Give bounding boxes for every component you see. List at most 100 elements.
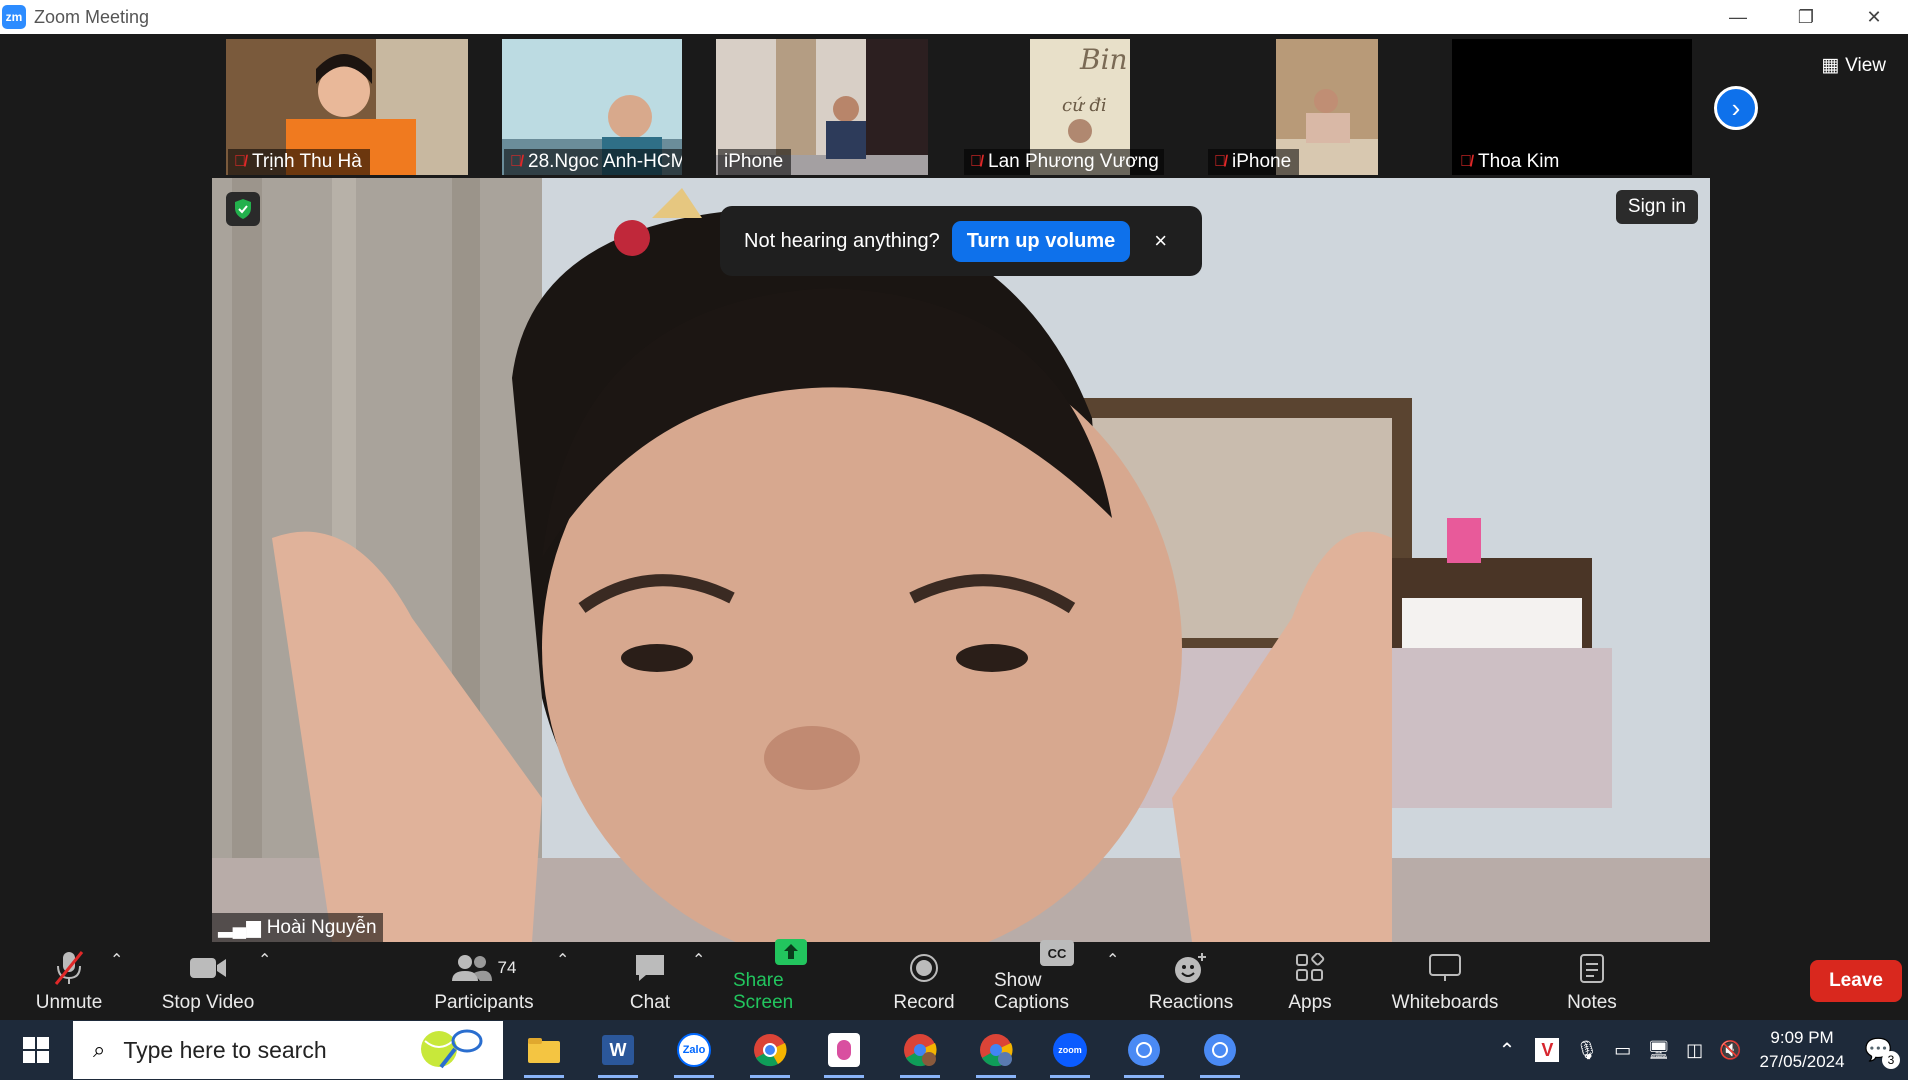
speaker-label: ▂▄▆ Hoài Nguyễn <box>212 913 383 942</box>
record-button[interactable]: Record <box>890 942 958 1020</box>
zoom-logo-icon: zm <box>2 5 26 29</box>
captions-caret-icon[interactable]: ⌃ <box>1106 950 1119 970</box>
window-title: Zoom Meeting <box>34 6 150 27</box>
video-options-caret-icon[interactable]: ⌃ <box>258 950 271 970</box>
zoom-app-icon[interactable]: zoom <box>1048 1030 1092 1078</box>
show-captions-label: Show Captions <box>994 970 1069 1013</box>
file-explorer-icon[interactable] <box>522 1030 566 1078</box>
participant-label: 🎙̸ Trịnh Thu Hà <box>228 149 370 175</box>
chrome-profile-icon[interactable] <box>898 1030 942 1078</box>
chrome-icon[interactable] <box>748 1030 792 1078</box>
participant-thumbnail[interactable]: 🎙̸ 28.Ngoc Anh-HCM-19... <box>502 39 682 175</box>
notes-label: Notes <box>1567 992 1617 1013</box>
participant-name: Thoa Kim <box>1478 151 1560 172</box>
apps-icon <box>1295 948 1325 988</box>
title-bar: zm Zoom Meeting — ❐ ✕ <box>0 0 1908 34</box>
battery-icon[interactable]: ▭ <box>1614 1040 1631 1061</box>
next-page-button[interactable]: › <box>1714 86 1758 130</box>
view-button[interactable]: ▦ View <box>1821 54 1886 77</box>
microphone-icon[interactable]: 🎙 <box>1575 1040 1598 1061</box>
participants-button[interactable]: 74 Participants <box>432 942 536 1020</box>
stop-video-button[interactable]: Stop Video <box>160 942 256 1020</box>
zalo-icon[interactable]: Zalo <box>672 1030 716 1078</box>
stop-video-label: Stop Video <box>161 992 255 1013</box>
reactions-label: Reactions <box>1148 992 1234 1013</box>
share-screen-icon <box>774 938 808 966</box>
turn-up-volume-button[interactable]: Turn up volume <box>951 220 1131 262</box>
participants-icon: 74 <box>451 948 516 988</box>
notes-icon <box>1578 948 1606 988</box>
speaker-muted-icon[interactable]: 🔇 <box>1719 1040 1741 1061</box>
clock-time: 9:09 PM <box>1770 1028 1834 1047</box>
apps-button[interactable]: Apps <box>1284 942 1336 1020</box>
share-screen-label: Share Screen <box>733 970 794 1013</box>
chevron-right-icon: › <box>1731 92 1741 123</box>
speaker-name: Hoài Nguyễn <box>266 916 377 938</box>
vietkey-v-icon[interactable]: V <box>1535 1038 1560 1062</box>
participant-label: iPhone <box>718 149 792 175</box>
chevron-up-icon[interactable]: ⌃ <box>1499 1038 1516 1063</box>
chrome-profile-2-icon[interactable] <box>974 1030 1018 1078</box>
clock[interactable]: 9:09 PM 27/05/2024 <box>1760 1026 1845 1074</box>
participant-thumbnail[interactable]: 🎙̸ Thoa Kim <box>1452 39 1692 175</box>
notes-button[interactable]: Notes <box>1566 942 1618 1020</box>
whiteboards-button[interactable]: Whiteboards <box>1390 942 1500 1020</box>
sign-in-button[interactable]: Sign in <box>1615 190 1698 224</box>
view-label: View <box>1845 54 1886 76</box>
word-icon[interactable]: W <box>596 1030 640 1078</box>
participant-thumbnail[interactable]: iPhone <box>716 39 928 175</box>
share-screen-button[interactable]: Share Screen <box>733 939 849 1020</box>
participant-label: 🎙̸ Lan Phương Vương <box>964 149 1164 175</box>
taskbar-search[interactable]: ⌕ Type here to search <box>73 1021 503 1079</box>
chat-button[interactable]: Chat <box>622 942 678 1020</box>
start-button[interactable] <box>0 1020 72 1080</box>
grid-view-icon: ▦ <box>1821 55 1840 76</box>
camera-tray-icon[interactable]: ◫ <box>1686 1040 1703 1061</box>
participant-thumbnail[interactable]: 🎙̸ Trịnh Thu Hà <box>226 39 468 175</box>
muted-mic-icon: 🎙̸ <box>234 153 246 170</box>
participant-label: 🎙̸ 28.Ngoc Anh-HCM-19... <box>504 149 682 175</box>
meeting-stage: 🎙̸ Trịnh Thu Hà 🎙̸ 28.Ngoc Anh-HCM-19... i… <box>0 34 1908 942</box>
participant-label: 🎙̸ Thoa Kim <box>1454 149 1568 175</box>
chrome-blue-icon[interactable] <box>1122 1030 1166 1078</box>
chat-bubble-icon <box>634 948 666 988</box>
participants-caret-icon[interactable]: ⌃ <box>556 950 569 970</box>
unmute-label: Unmute <box>35 992 103 1013</box>
muted-mic-icon: 🎙̸ <box>970 153 982 170</box>
unmute-button[interactable]: Unmute <box>30 942 108 1020</box>
participant-thumbnail[interactable]: Bin cứ đi 🎙̸ Lan Phương Vương <box>962 39 1164 175</box>
reactions-button[interactable]: Reactions <box>1148 942 1234 1020</box>
participant-thumbnail[interactable]: 🎙̸ iPhone <box>1206 39 1378 175</box>
participant-name: Trịnh Thu Hà <box>252 151 362 172</box>
toast-message: Not hearing anything? <box>744 229 940 252</box>
system-tray: ⌃ V 🎙 ▭ 🖥 ◫ 🔇 9:09 PM 27/05/2024 💬 3 <box>1487 1020 1908 1080</box>
chat-caret-icon[interactable]: ⌃ <box>692 950 705 970</box>
svg-text:Bin: Bin <box>1079 43 1128 76</box>
muted-mic-icon: 🎙̸ <box>1214 153 1226 170</box>
record-label: Record <box>893 992 955 1013</box>
chrome-blue-2-icon[interactable] <box>1198 1030 1242 1078</box>
windows-taskbar: ⌕ Type here to search W Zalo zoom ⌃ V 🎙 … <box>0 1020 1908 1080</box>
signal-strength-icon: ▂▄▆ <box>218 917 261 938</box>
show-captions-button[interactable]: CC Show Captions <box>994 940 1120 1020</box>
active-speaker-video: Sign in ▂▄▆ Hoài Nguyễn <box>212 178 1710 942</box>
leave-button[interactable]: Leave <box>1810 960 1902 1002</box>
windows-logo-icon <box>23 1037 49 1063</box>
notifications-icon[interactable]: 💬 3 <box>1865 1037 1900 1069</box>
closed-captions-icon: CC <box>1040 940 1074 966</box>
notification-count: 3 <box>1882 1051 1900 1069</box>
encryption-shield-icon[interactable] <box>226 192 260 226</box>
restore-button[interactable]: ❐ <box>1772 0 1840 34</box>
close-button[interactable]: ✕ <box>1840 0 1908 34</box>
muted-mic-icon: 🎙̸ <box>1460 153 1472 170</box>
toast-close-button[interactable]: × <box>1154 228 1167 254</box>
pink-app-icon[interactable] <box>822 1030 866 1078</box>
audio-options-caret-icon[interactable]: ⌃ <box>110 950 123 970</box>
whiteboard-icon <box>1428 948 1462 988</box>
muted-mic-icon <box>52 948 86 988</box>
clock-date: 27/05/2024 <box>1759 1052 1845 1071</box>
network-icon[interactable]: 🖥 <box>1647 1040 1670 1061</box>
participant-name: iPhone <box>1232 151 1292 172</box>
minimize-button[interactable]: — <box>1704 0 1772 34</box>
chat-label: Chat <box>629 992 671 1013</box>
